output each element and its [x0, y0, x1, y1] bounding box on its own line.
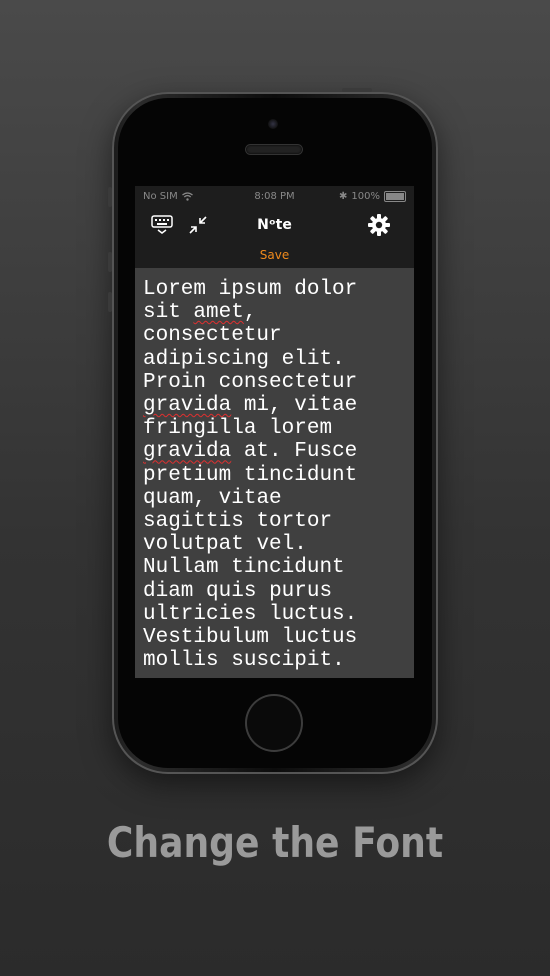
editor-line: Lorem ipsum dolor [143, 278, 358, 301]
note-text-editor[interactable]: Lorem ipsum dolor sit amet, consectetur adi… [135, 268, 414, 678]
editor-line: gravida mi, vitae [143, 394, 358, 418]
editor-line: ultricies luctus. [143, 602, 358, 626]
battery-icon [384, 190, 406, 202]
editor-line: sagittis tortor [143, 510, 333, 534]
editor-line: pretium tincidunt [143, 463, 358, 487]
power-button [342, 88, 372, 92]
app-screen: No SIM 8:08 PM ✱ 100% Nᵒte Save Lorem ip… [135, 186, 414, 678]
promo-caption: Change the Font [106, 818, 444, 867]
save-button[interactable]: Save [135, 246, 414, 268]
editor-line: quam, vitae [143, 486, 282, 510]
editor-line: adipiscing elit. [143, 347, 345, 371]
editor-line: gravida at. Fusce [143, 440, 358, 464]
editor-line: Proin consectetur [143, 370, 358, 394]
status-time: 8:08 PM [254, 190, 295, 202]
editor-line: fringilla lorem [143, 417, 333, 441]
nav-bar: Nᵒte [135, 206, 414, 246]
volume-down-button [108, 292, 112, 312]
editor-line: mollis suscipit. [143, 649, 345, 673]
front-camera [268, 119, 278, 129]
gear-icon[interactable] [367, 213, 391, 237]
misspelled-word: gravida [143, 440, 232, 464]
misspelled-word: amet [193, 301, 244, 325]
volume-up-button [108, 252, 112, 272]
misspelled-word: gravida [143, 394, 232, 418]
editor-line: volutpat vel. [143, 533, 307, 557]
editor-line: sit amet, [143, 301, 257, 325]
home-button[interactable] [247, 696, 301, 750]
mute-switch [108, 187, 112, 207]
earpiece-speaker [246, 145, 302, 154]
editor-line: consectetur [143, 324, 282, 348]
editor-line: Nullam tincidunt [143, 556, 345, 580]
status-bar: No SIM 8:08 PM ✱ 100% [135, 186, 414, 206]
editor-line: diam quis purus [143, 579, 333, 603]
editor-line: Vestibulum luctus [143, 626, 358, 650]
